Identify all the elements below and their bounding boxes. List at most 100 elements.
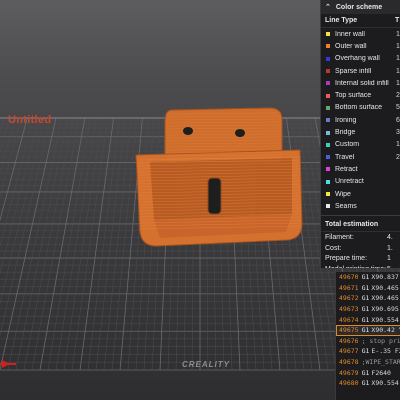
gcode-line-number: 49673 [339,305,359,314]
plate-name-label[interactable]: Untitled [8,114,51,126]
legend-item[interactable]: Seams [321,200,400,212]
legend-item-time: 1 [396,30,400,38]
estimation-key: Filament: [325,234,354,242]
estimation-key: Cost: [325,244,342,252]
sliced-model[interactable] [135,107,303,247]
gcode-viewer[interactable]: 49670 G1 X90.837 49671 G1 X90.465 49672 G1 X90.4… [335,272,400,400]
time-column-header: T [395,17,400,24]
legend-item[interactable]: Unretract [321,176,400,188]
total-estimation-header: Total estimation [321,218,400,233]
legend-item[interactable]: Bottom surface 5 [321,102,400,114]
color-swatch [326,69,330,74]
legend-item-label: Unretract [335,178,364,186]
legend-item-label: Top surface [335,92,372,100]
color-scheme-title: Color scheme [335,3,383,11]
gcode-command: G1 [361,305,370,314]
gcode-line-number: 49678 [339,358,359,367]
legend-item[interactable]: Travel 2 [321,151,400,163]
gcode-argument: X90.465 [371,294,399,303]
mount-hole-left [183,127,193,135]
estimation-value: 1 [387,255,391,263]
gcode-argument: E-.35 F2 [371,347,400,356]
slot-hole [207,177,222,215]
gcode-line[interactable]: 49674 G1 X90.554 [336,314,400,325]
gcode-command: G1 [361,347,370,356]
estimation-row: Prepare time: 1 [321,254,400,265]
mount-hole-right [235,129,245,137]
gcode-line[interactable]: 49677 G1 E-.35 F2 [336,346,400,357]
legend-item[interactable]: Ironing 6 [321,114,400,126]
legend-item-label: Outer wall [335,42,367,50]
legend-item[interactable]: Custom 1 [321,139,400,151]
legend-item-label: Retract [335,165,358,173]
gcode-command: ; stop printin [361,336,400,345]
gcode-line[interactable]: 49678 ;WIPE_STAR [336,357,400,368]
gcode-line[interactable]: 49672 G1 X90.465 [336,293,400,304]
legend-item[interactable]: Outer wall 1 [321,40,400,52]
gcode-line[interactable]: 49671 G1 X90.465 [336,283,400,294]
legend-item[interactable]: Wipe [321,188,400,200]
creality-logo: CREALITY [182,360,230,369]
axis-origin [0,360,16,368]
legend-item-label: Seams [335,202,357,210]
legend-item[interactable]: Sparse infill 1 [321,65,400,77]
line-type-list: Inner wall 1 Outer wall 1 Overhang wall 1 Spar… [321,28,400,212]
legend-item-time: 2 [396,92,400,100]
gcode-command: G1 [361,315,370,324]
estimation-value: 4. [387,234,393,242]
estimation-value: 5 [387,266,391,268]
legend-item[interactable]: Bridge 3 [321,126,400,138]
gcode-argument: X90.554 [371,379,399,388]
legend-item-label: Sparse infill [335,67,372,75]
legend-item-label: Custom [335,141,360,149]
gcode-line[interactable]: 49676; stop printin [336,336,400,347]
estimation-row: Model printing time:5 [321,264,400,268]
legend-item[interactable]: Inner wall 1 [321,28,400,40]
legend-item[interactable]: Internal solid infill 1 [321,77,400,89]
gcode-command: ;WIPE_STAR [361,358,400,367]
gcode-line[interactable]: 49673 G1 X90.695 [336,304,400,315]
legend-item-label: Bottom surface [335,104,383,112]
gcode-line-number: 49680 [339,379,359,388]
legend-item-time: 3 [396,129,400,137]
legend-item[interactable]: Overhang wall 1 [321,53,400,65]
estimation-row: Cost: 1. [321,243,400,254]
legend-item-time: 2 [396,153,400,161]
legend-column-headers: Line Type T [321,14,400,28]
gcode-argument: X90.465 [371,283,399,292]
collapse-chevron-icon[interactable]: ⌃ [325,3,331,11]
gcode-argument: X90.695 [371,305,399,314]
color-swatch [326,167,330,172]
color-swatch [326,192,330,196]
color-swatch [326,204,330,209]
gcode-argument: X90.554 [371,315,399,324]
gcode-line-number: 49677 [339,347,359,356]
gcode-line[interactable]: 49680 G1 X90.554 [336,378,400,389]
legend-item-time: 1 [396,141,400,149]
gcode-line[interactable]: 49679 G1 F2640 [336,367,400,378]
estimation-row: Filament: 4. [321,232,400,243]
gcode-line-number: 49676 [339,336,359,345]
gcode-line-number: 49675 [339,326,359,335]
gcode-command: G1 [361,273,370,282]
color-swatch [326,81,330,86]
divider [321,215,400,217]
gcode-command: G1 [361,368,370,377]
legend-item-label: Ironing [335,116,357,124]
estimation-key: Model printing time: [325,266,387,268]
color-swatch [326,118,330,123]
estimation-key: Prepare time: [325,255,368,263]
legend-item[interactable]: Top surface 2 [321,89,400,101]
gcode-command: G1 [361,326,370,335]
legend-item-time: 1 [396,55,400,63]
gcode-command: G1 [361,283,370,292]
legend-item-label: Travel [335,153,355,161]
gcode-line[interactable]: 49670 G1 X90.837 [336,272,400,283]
color-scheme-header[interactable]: ⌃ Color scheme [321,0,400,14]
legend-item-label: Internal solid infill [335,79,389,87]
gcode-line[interactable]: 49675 G1 X90.42 Y [336,324,400,336]
legend-item-label: Inner wall [335,30,365,38]
gcode-command: G1 [361,379,370,388]
legend-item[interactable]: Retract [321,163,400,175]
legend-item-label: Bridge [335,129,356,137]
